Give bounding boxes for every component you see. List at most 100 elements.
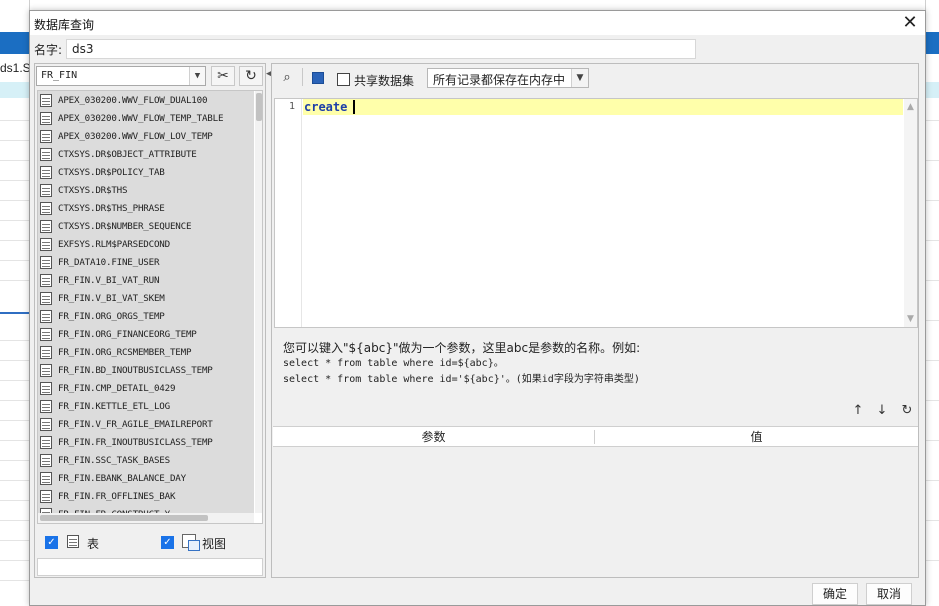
table-name: FR_FIN.ORG_FINANCEORG_TEMP (58, 328, 197, 340)
column-header-value: 值 (750, 430, 763, 444)
background-gridline (926, 480, 939, 481)
background-gridline (0, 400, 30, 401)
background-gridline (0, 520, 30, 521)
table-list-item[interactable]: FR_DATA10.FINE_USER (38, 253, 254, 271)
table-name: FR_FIN.KETTLE_ETL_LOG (58, 400, 170, 412)
table-icon (40, 111, 52, 125)
chevron-down-icon[interactable]: ▼ (571, 69, 588, 87)
datasource-select[interactable]: FR_FIN ▼ (36, 66, 206, 86)
move-up-button[interactable]: ↑ (850, 403, 866, 419)
move-down-button[interactable]: ↓ (874, 403, 890, 419)
refresh-icon: ↻ (245, 68, 257, 84)
table-icon (40, 237, 52, 251)
table-icon (40, 327, 52, 341)
share-dataset-checkbox[interactable] (337, 73, 350, 86)
table-list-item[interactable]: CTXSYS.DR$THS (38, 181, 254, 199)
background-gridline (926, 440, 939, 441)
text-caret (353, 100, 355, 114)
table-list-item[interactable]: FR_FIN.KETTLE_ETL_LOG (38, 397, 254, 415)
table-icon (40, 399, 52, 413)
background-header-band (0, 32, 30, 54)
refresh-tables-button[interactable]: ↻ (239, 66, 263, 86)
scrollbar-thumb[interactable] (256, 93, 262, 121)
background-gridline (0, 220, 30, 221)
background-gridline (0, 440, 30, 441)
connection-settings-button[interactable]: ✂ (211, 66, 235, 86)
cancel-button[interactable]: 取消 (866, 583, 913, 605)
background-gridline (0, 500, 30, 501)
table-list-item[interactable]: EXFSYS.RLM$PARSEDCOND (38, 235, 254, 253)
table-list-item[interactable]: FR_FIN.BD_INOUTBUSICLASS_TEMP (38, 361, 254, 379)
preview-button[interactable]: ⌕ (277, 68, 297, 88)
table-list-item[interactable]: FR_FIN.V_FR_AGILE_EMAILREPORT (38, 415, 254, 433)
show-tables-checkbox[interactable]: ✓ (45, 536, 58, 549)
background-gridline (0, 200, 30, 201)
refresh-params-button[interactable]: ↻ (899, 403, 915, 419)
scroll-down-icon[interactable]: ▼ (904, 313, 917, 326)
share-dataset-label: 共享数据集 (354, 74, 415, 88)
table-list-item[interactable]: FR_FIN.V_BI_VAT_SKEM (38, 289, 254, 307)
preview-icon: ⌕ (283, 70, 291, 85)
dialog-title: 数据库查询 (34, 18, 95, 32)
scrollbar-thumb[interactable] (40, 515, 208, 521)
table-list-item[interactable]: FR_FIN.CMP_DETAIL_0429 (38, 379, 254, 397)
name-label: 名字: (34, 43, 63, 57)
table-list-item[interactable]: FR_FIN.FR_CONSTRUCT_Y (38, 505, 254, 513)
sql-code[interactable]: create (304, 100, 347, 114)
table-list-item[interactable]: FR_FIN.ORG_RCSMEMBER_TEMP (38, 343, 254, 361)
table-list-item[interactable]: APEX_030200.WWV_FLOW_LOV_TEMP (38, 127, 254, 145)
hint-line-2: select * from table where id=${abc}。 (283, 358, 504, 369)
database-query-dialog: 数据库查询 ✕ 名字: ds3 FR_FIN ▼ ✂ ↻ APEX_030200… (29, 10, 926, 606)
parameter-hint: 您可以键入"${abc}"做为一个参数，这里abc是参数的名称。例如: sele… (283, 340, 640, 388)
table-list-item[interactable]: CTXSYS.DR$OBJECT_ATTRIBUTE (38, 145, 254, 163)
table-icon (40, 93, 52, 107)
table-icon (40, 309, 52, 323)
background-gridline (0, 540, 30, 541)
background-gridline (0, 180, 30, 181)
active-line-highlight (303, 99, 903, 115)
table-list-item[interactable]: FR_FIN.FR_INOUTBUSICLASS_TEMP (38, 433, 254, 451)
view-icon (182, 534, 200, 551)
table-icon (40, 183, 52, 197)
table-icon (40, 381, 52, 395)
table-list-item[interactable]: FR_FIN.ORG_FINANCEORG_TEMP (38, 325, 254, 343)
background-gridline (926, 240, 939, 241)
line-number: 1 (288, 101, 295, 112)
table-list-horizontal-scrollbar[interactable] (38, 513, 254, 523)
datasource-select-value: FR_FIN (41, 70, 78, 81)
table-list-item[interactable]: CTXSYS.DR$NUMBER_SEQUENCE (38, 217, 254, 235)
sql-editor[interactable]: 1 create ▲ ▼ (274, 98, 918, 328)
show-views-checkbox[interactable]: ✓ (161, 536, 174, 549)
background-gridline (0, 280, 30, 281)
table-name: FR_FIN.BD_INOUTBUSICLASS_TEMP (58, 364, 213, 376)
table-icon (40, 435, 52, 449)
background-selected-row (0, 82, 30, 98)
background-gridline (0, 160, 30, 161)
show-views-label: 视图 (202, 537, 227, 551)
close-button[interactable]: ✕ (898, 13, 922, 35)
table-list[interactable]: APEX_030200.WWV_FLOW_DUAL100 APEX_030200.… (38, 91, 254, 513)
table-list-item[interactable]: CTXSYS.DR$POLICY_TAB (38, 163, 254, 181)
table-list-item[interactable]: FR_FIN.ORG_ORGS_TEMP (38, 307, 254, 325)
table-icon (40, 417, 52, 431)
toolbar-separator (302, 68, 303, 86)
table-list-item[interactable]: APEX_030200.WWV_FLOW_TEMP_TABLE (38, 109, 254, 127)
table-list-item[interactable]: APEX_030200.WWV_FLOW_DUAL100 (38, 91, 254, 109)
save-button[interactable] (308, 68, 328, 88)
background-gridline (926, 160, 939, 161)
scroll-up-icon[interactable]: ▲ (904, 101, 917, 114)
background-right-sheet (925, 0, 939, 606)
table-filter-input[interactable] (37, 558, 263, 576)
table-list-item[interactable]: FR_FIN.EBANK_BALANCE_DAY (38, 469, 254, 487)
dialog-titlebar[interactable]: 数据库查询 ✕ (30, 11, 925, 35)
name-input[interactable]: ds3 (66, 39, 696, 59)
memory-mode-select[interactable]: 所有记录都保存在内存中 ▼ (427, 68, 589, 88)
table-list-item[interactable]: FR_FIN.FR_OFFLINES_BAK (38, 487, 254, 505)
editor-vertical-scrollbar[interactable]: ▲ ▼ (904, 99, 917, 327)
chevron-down-icon[interactable]: ▼ (189, 67, 205, 85)
table-list-item[interactable]: FR_FIN.SSC_TASK_BASES (38, 451, 254, 469)
ok-button[interactable]: 确定 (812, 583, 859, 605)
table-list-vertical-scrollbar[interactable] (255, 91, 262, 513)
table-list-item[interactable]: FR_FIN.V_BI_VAT_RUN (38, 271, 254, 289)
table-list-item[interactable]: CTXSYS.DR$THS_PHRASE (38, 199, 254, 217)
